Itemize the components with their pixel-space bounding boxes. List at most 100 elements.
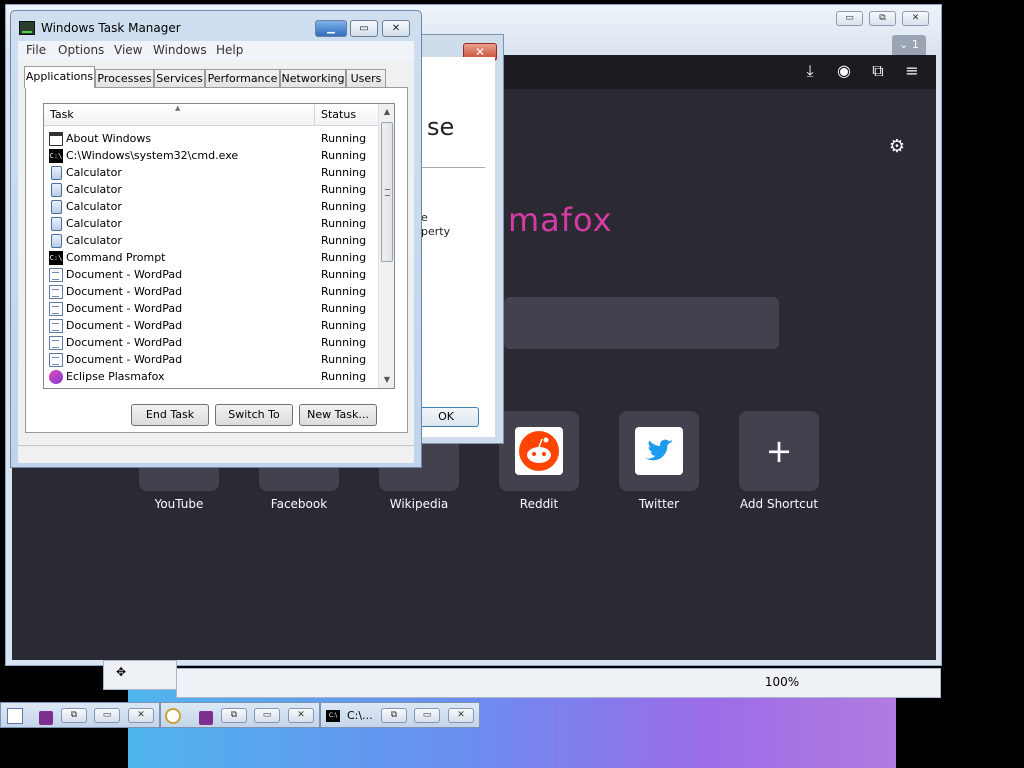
maximize-button[interactable]: ▭ xyxy=(94,708,120,723)
shortcut-tile-reddit[interactable] xyxy=(499,411,579,491)
search-box[interactable] xyxy=(504,297,779,349)
task-manager-client: Applications Processes Services Performa… xyxy=(18,61,414,445)
tab-processes[interactable]: Processes xyxy=(95,69,154,87)
maximize-button[interactable]: ▭ xyxy=(350,20,378,37)
table-row[interactable]: Document - WordPad Running xyxy=(44,284,378,301)
browser-statusbar: 100% xyxy=(176,668,941,698)
scroll-thumb[interactable] xyxy=(381,122,393,262)
end-task-button[interactable]: End Task xyxy=(131,404,209,426)
add-shortcut-tile[interactable]: + xyxy=(739,411,819,491)
plus-icon: + xyxy=(765,432,793,470)
table-row[interactable]: Eclipse Plasmafox Running xyxy=(44,369,378,386)
task-status: Running xyxy=(321,319,367,332)
shortcut-tile-twitter[interactable] xyxy=(619,411,699,491)
table-row[interactable]: About Windows Running xyxy=(44,131,378,148)
task-name: Document - WordPad xyxy=(66,336,183,349)
status-bar xyxy=(18,445,414,463)
reddit-icon xyxy=(515,427,563,475)
restore-button[interactable]: ⧉ xyxy=(61,708,87,723)
task-name: C:\Windows\system32\cmd.exe xyxy=(66,149,239,162)
task-name: Calculator xyxy=(66,200,122,213)
task-list[interactable]: ▲ Task Status About Windows Running C:\ C:\… xyxy=(43,103,395,389)
close-button[interactable]: ✕ xyxy=(448,708,474,723)
url-bar[interactable] xyxy=(502,59,742,83)
task-name: Calculator xyxy=(66,166,122,179)
calculator-icon xyxy=(51,217,62,231)
task-status: Running xyxy=(321,251,367,264)
wordpad-icon xyxy=(49,336,63,350)
column-header-status[interactable]: Status xyxy=(321,108,356,121)
browser-maximize-button[interactable]: ⧉ xyxy=(869,11,896,26)
task-manager-window: Windows Task Manager ▁ ▭ ✕ File Options … xyxy=(10,10,422,468)
ok-button[interactable]: OK xyxy=(413,407,479,427)
extensions-icon[interactable]: ⧉ xyxy=(866,59,890,83)
menu-bar: File Options View Windows Help xyxy=(18,41,414,61)
table-row[interactable]: Document - WordPad Running xyxy=(44,267,378,284)
about-heading-fragment: se xyxy=(427,113,455,141)
restore-button[interactable]: ⧉ xyxy=(221,708,247,723)
column-header-task[interactable]: Task xyxy=(50,108,74,121)
menu-windows[interactable]: Windows xyxy=(153,43,207,57)
tab-performance[interactable]: Performance xyxy=(205,69,280,87)
task-status: Running xyxy=(321,268,367,281)
minimized-window-2[interactable]: ⧉ ▭ ✕ xyxy=(160,702,320,728)
switch-to-button[interactable]: Switch To xyxy=(215,404,293,426)
account-icon[interactable]: ◉ xyxy=(832,59,856,83)
settings-gear-icon[interactable]: ⚙ xyxy=(885,135,909,159)
minimized-window-1[interactable]: ⧉ ▭ ✕ xyxy=(0,702,160,728)
close-button[interactable]: ✕ xyxy=(288,708,314,723)
table-row[interactable]: Document - WordPad Running xyxy=(44,352,378,369)
restore-button[interactable]: ⧉ xyxy=(381,708,407,723)
scroll-up-arrow-icon[interactable]: ▲ xyxy=(379,104,394,120)
task-status: Running xyxy=(321,336,367,349)
menu-help[interactable]: Help xyxy=(216,43,243,57)
window-icon xyxy=(49,132,63,146)
browser-close-button[interactable]: ✕ xyxy=(902,11,929,26)
table-row[interactable]: Document - WordPad Running xyxy=(44,335,378,352)
sort-arrow-icon: ▲ xyxy=(175,104,181,112)
calculator-icon xyxy=(51,166,62,180)
maximize-button[interactable]: ▭ xyxy=(254,708,280,723)
shortcut-label: YouTube xyxy=(154,497,204,511)
menu-file[interactable]: File xyxy=(26,43,46,57)
table-row[interactable]: C:\ Command Prompt Running xyxy=(44,250,378,267)
browser-minimize-button[interactable]: ▭ xyxy=(836,11,863,26)
table-row[interactable]: C:\ C:\Windows\system32\cmd.exe Running xyxy=(44,148,378,165)
table-row[interactable]: Calculator Running xyxy=(44,199,378,216)
column-separator[interactable] xyxy=(314,104,315,126)
table-row[interactable]: Calculator Running xyxy=(44,233,378,250)
scroll-down-arrow-icon[interactable]: ▼ xyxy=(379,372,394,388)
vertical-scrollbar[interactable]: ▲ ▼ xyxy=(378,104,394,388)
zoom-level: 100% xyxy=(764,675,800,689)
table-row[interactable]: Calculator Running xyxy=(44,216,378,233)
brand-wordmark: mafox xyxy=(508,201,613,239)
task-status: Running xyxy=(321,200,367,213)
menu-options[interactable]: Options xyxy=(58,43,104,57)
move-icon: ✥ xyxy=(116,665,127,679)
task-name: Calculator xyxy=(66,217,122,230)
new-task-button[interactable]: New Task... xyxy=(299,404,377,426)
table-row[interactable]: Document - WordPad Running xyxy=(44,318,378,335)
table-row[interactable]: Calculator Running xyxy=(44,165,378,182)
close-button[interactable]: ✕ xyxy=(382,20,410,37)
tab-applications[interactable]: Applications xyxy=(24,66,95,88)
about-divider xyxy=(419,167,485,168)
tab-count-button[interactable]: ⌄ 1 xyxy=(892,35,926,55)
calculator-icon xyxy=(51,183,62,197)
table-row[interactable]: Document - WordPad Running xyxy=(44,301,378,318)
chevron-down-icon: ⌄ xyxy=(899,38,909,51)
table-row[interactable]: Calculator Running xyxy=(44,182,378,199)
download-icon[interactable]: ⤓ xyxy=(798,59,822,83)
tab-users[interactable]: Users xyxy=(346,69,386,87)
tab-count-label: 1 xyxy=(911,38,919,51)
close-button[interactable]: ✕ xyxy=(128,708,154,723)
calculator-icon xyxy=(51,234,62,248)
tab-services[interactable]: Services xyxy=(154,69,205,87)
menu-icon[interactable]: ≡ xyxy=(900,59,924,83)
wordpad-icon xyxy=(49,353,63,367)
tab-networking[interactable]: Networking xyxy=(280,69,346,87)
minimize-button[interactable]: ▁ xyxy=(315,20,347,37)
maximize-button[interactable]: ▭ xyxy=(414,708,440,723)
menu-view[interactable]: View xyxy=(114,43,142,57)
minimized-window-cmd[interactable]: C:\ C:\... ⧉ ▭ ✕ xyxy=(320,702,480,728)
